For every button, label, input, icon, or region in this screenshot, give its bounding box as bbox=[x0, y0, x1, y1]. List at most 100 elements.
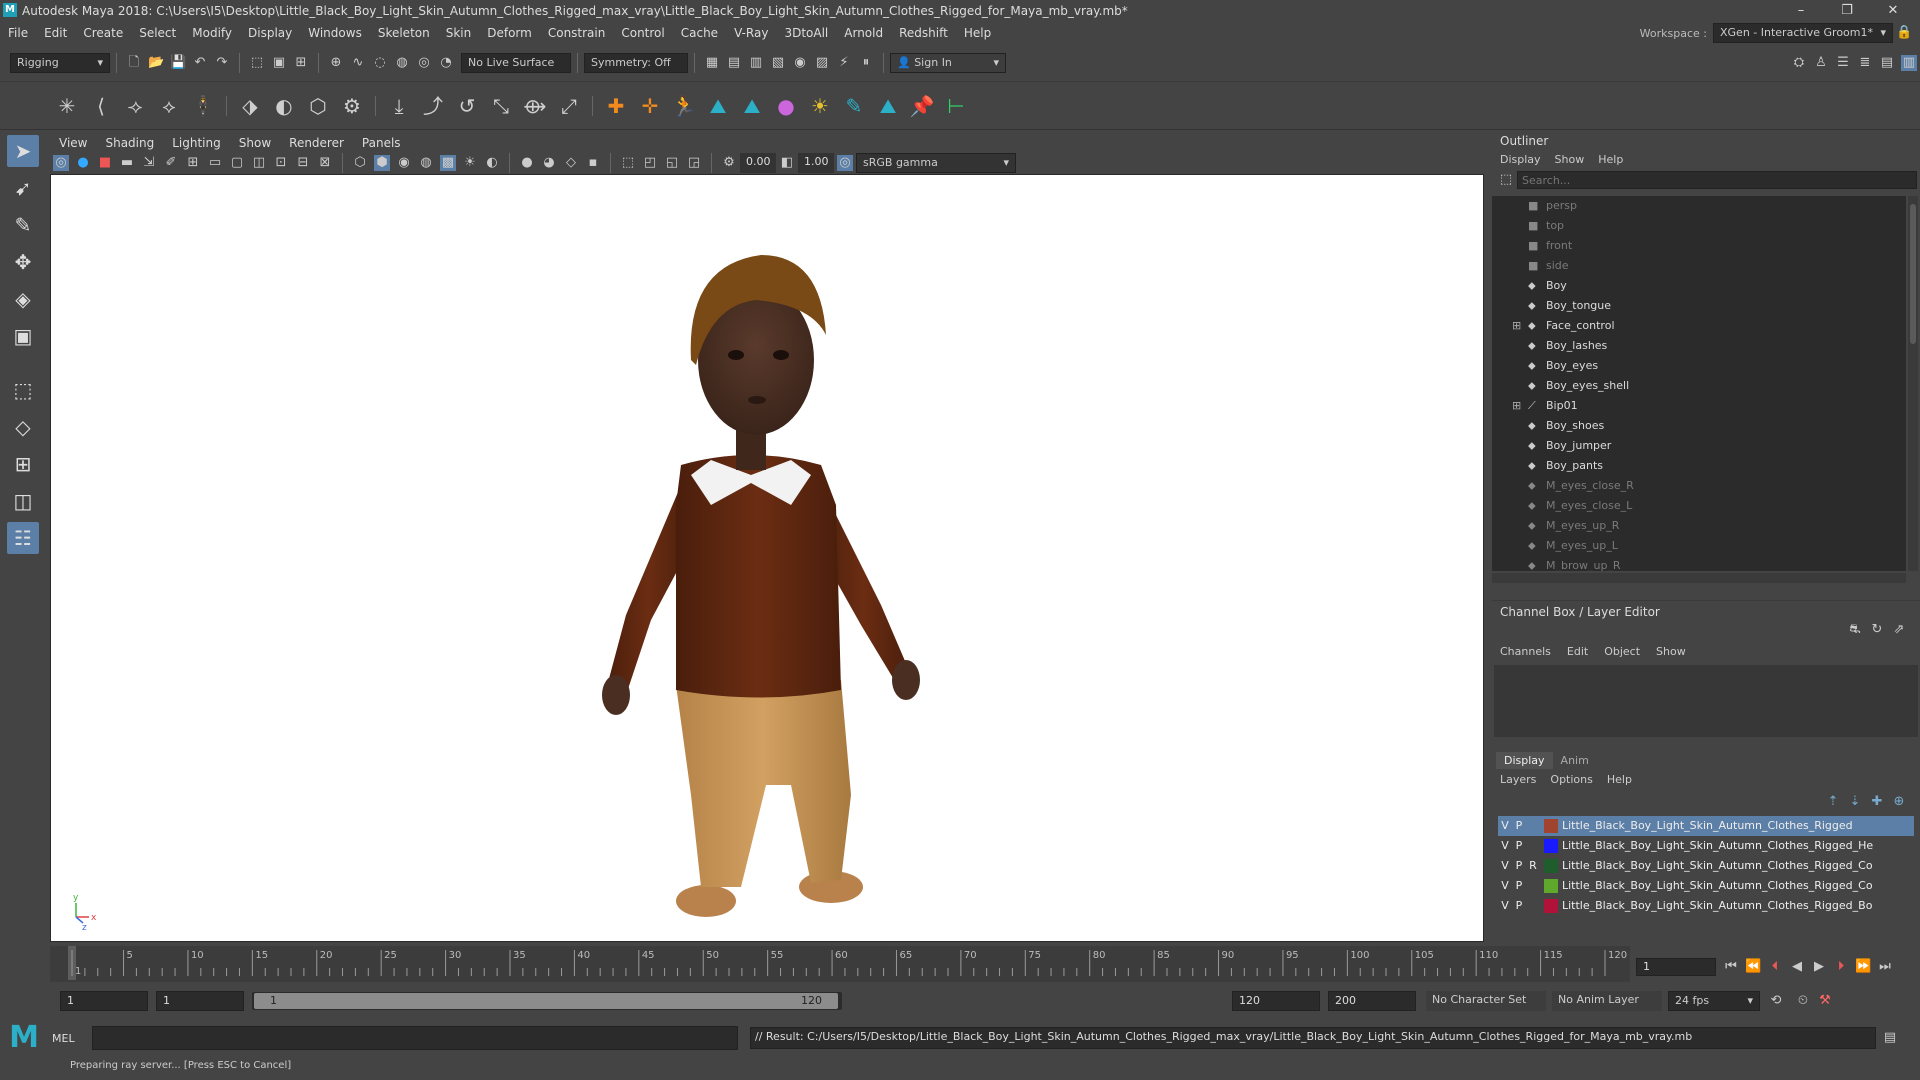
workspace-dropdown[interactable]: XGen - Interactive Groom1* ▾ bbox=[1713, 23, 1893, 43]
humanik-icon[interactable]: 🏃 bbox=[671, 93, 697, 119]
time-slider[interactable]: 1 5 10 15 20 25 30 35 40 45 50 55 60 65 70 75 80 85 90 95 10… bbox=[50, 946, 1630, 982]
scale-tool-icon[interactable]: ▣ bbox=[7, 320, 39, 352]
outliner-item[interactable]: ■ side bbox=[1492, 256, 1906, 276]
isolate-select-icon[interactable]: ⬚ bbox=[620, 155, 636, 171]
new-scene-icon[interactable]: 🗋 bbox=[126, 55, 142, 71]
display-layer-row[interactable]: V P Little_Black_Boy_Light_Skin_Autumn_Clo… bbox=[1498, 896, 1914, 916]
anti-aliasing-icon[interactable]: ◇ bbox=[563, 155, 579, 171]
ipr-render-icon[interactable]: ▥ bbox=[748, 55, 764, 71]
pole-vector-icon[interactable]: ⤢ bbox=[556, 93, 582, 119]
bind-skin-icon[interactable]: ⬗ bbox=[237, 93, 263, 119]
live-surface-field[interactable]: No Live Surface bbox=[461, 52, 571, 73]
current-frame-value[interactable]: 1 bbox=[1636, 958, 1716, 976]
outliner-item[interactable]: ⬥ Boy_shoes bbox=[1492, 416, 1906, 436]
open-scene-icon[interactable]: 📂 bbox=[148, 55, 164, 71]
last-tool-icon[interactable]: ⬚ bbox=[7, 374, 39, 406]
menu-vray[interactable]: V-Ray bbox=[726, 22, 776, 44]
move-tool-icon[interactable]: ✥ bbox=[7, 246, 39, 278]
display-layer-row[interactable]: V P Little_Black_Boy_Light_Skin_Autumn_Clo… bbox=[1498, 836, 1914, 856]
grease-pencil-icon[interactable]: ✐ bbox=[163, 155, 179, 171]
outliner-item[interactable]: ■ top bbox=[1492, 216, 1906, 236]
lattice-icon[interactable]: ⬡ bbox=[305, 93, 331, 119]
render-frame-icon[interactable]: ▤ bbox=[726, 55, 742, 71]
visibility-toggle[interactable]: V bbox=[1498, 856, 1512, 876]
render-setup-icon[interactable]: ▨ bbox=[814, 55, 830, 71]
menu-skin[interactable]: Skin bbox=[438, 22, 480, 44]
undo-icon[interactable]: ↶ bbox=[192, 55, 208, 71]
step-back-key-icon[interactable]: ⏴ bbox=[1767, 959, 1783, 975]
outliner-item[interactable]: ⬥ M_eyes_close_L bbox=[1492, 496, 1906, 516]
outliner-item[interactable]: ⬥ Boy_pants bbox=[1492, 456, 1906, 476]
play-forwards-icon[interactable]: ▶ bbox=[1811, 959, 1827, 975]
menu-windows[interactable]: Windows bbox=[300, 22, 370, 44]
scale-constraint-icon[interactable]: ⤡ bbox=[488, 93, 514, 119]
playback-toggle[interactable]: P bbox=[1512, 896, 1526, 916]
create-joints-icon[interactable]: ✳ bbox=[54, 93, 80, 119]
visibility-toggle[interactable]: V bbox=[1498, 816, 1512, 836]
maximize-button[interactable]: ❐ bbox=[1824, 0, 1870, 22]
pin-icon[interactable]: 📌 bbox=[909, 93, 935, 119]
select-object-icon[interactable]: ▣ bbox=[271, 55, 287, 71]
step-forward-icon[interactable]: ⏩ bbox=[1855, 959, 1871, 975]
outliner-item[interactable]: ⊞ ⬥ Face_control bbox=[1492, 316, 1906, 336]
visibility-toggle[interactable]: V bbox=[1498, 896, 1512, 916]
menu-set-dropdown[interactable]: Rigging ▾ bbox=[10, 52, 110, 73]
menu-arnold[interactable]: Arnold bbox=[836, 22, 891, 44]
fps-dropdown[interactable]: 24 fps ▾ bbox=[1668, 991, 1760, 1011]
snap-align-icon[interactable]: ⊢ bbox=[943, 93, 969, 119]
point-constraint-icon[interactable]: ⤴ bbox=[420, 93, 446, 119]
quick-rig-icon[interactable]: 🕴 bbox=[190, 93, 216, 119]
gamma-icon[interactable]: ◧ bbox=[779, 155, 795, 171]
wireframe-icon[interactable]: ⬡ bbox=[352, 155, 368, 171]
menu-skeleton[interactable]: Skeleton bbox=[370, 22, 438, 44]
grid-icon[interactable]: ⊞ bbox=[185, 155, 201, 171]
textured-icon[interactable]: ▩ bbox=[440, 155, 456, 171]
field-chart-icon[interactable]: ⊡ bbox=[273, 155, 289, 171]
modeling-toolkit-icon[interactable]: ⛭ bbox=[1791, 55, 1807, 71]
select-hierarchy-icon[interactable]: ⬚ bbox=[249, 55, 265, 71]
exposure-field[interactable]: 0.00 bbox=[740, 153, 776, 173]
filter-icon[interactable]: ⬚ bbox=[1498, 172, 1514, 188]
hyper-icon[interactable]: ⇗ bbox=[1891, 622, 1907, 638]
play-backwards-icon[interactable]: ◀ bbox=[1789, 959, 1805, 975]
save-scene-icon[interactable]: 💾 bbox=[170, 55, 186, 71]
animation-end-field[interactable]: 200 bbox=[1328, 991, 1416, 1011]
xray-joints-icon[interactable]: ◱ bbox=[664, 155, 680, 171]
script-editor-icon[interactable]: ▤ bbox=[1882, 1030, 1898, 1046]
outliner-item[interactable]: ⬥ Boy bbox=[1492, 276, 1906, 296]
snap-curve-icon[interactable]: ∿ bbox=[350, 55, 366, 71]
backface-icon[interactable]: ◲ bbox=[686, 155, 702, 171]
render-view-icon[interactable]: ▦ bbox=[704, 55, 720, 71]
select-camera-icon[interactable]: ◎ bbox=[53, 155, 69, 171]
le-menu-help[interactable]: Help bbox=[1607, 773, 1632, 786]
vp-menu-view[interactable]: View bbox=[50, 134, 96, 152]
menu-edit[interactable]: Edit bbox=[36, 22, 75, 44]
layout-two-icon[interactable]: ◫ bbox=[7, 485, 39, 517]
arnold-alt-icon[interactable]: ⛰ bbox=[739, 93, 765, 119]
show-manipulator-icon[interactable]: ◇ bbox=[7, 411, 39, 443]
character-set-dropdown[interactable]: No Character Set bbox=[1426, 991, 1546, 1011]
speed-icon[interactable]: ↻ bbox=[1869, 622, 1885, 638]
snap-surface-icon[interactable]: ◎ bbox=[416, 55, 432, 71]
tab-anim[interactable]: Anim bbox=[1553, 752, 1597, 769]
outliner-item[interactable]: ⬥ Boy_jumper bbox=[1492, 436, 1906, 456]
parent-constraint-icon[interactable]: ⤓ bbox=[386, 93, 412, 119]
menu-cache[interactable]: Cache bbox=[673, 22, 726, 44]
display-layer-row[interactable]: V P Little_Black_Boy_Light_Skin_Autumn_Clo… bbox=[1498, 816, 1914, 836]
brush-icon[interactable]: ✎ bbox=[841, 93, 867, 119]
locator-icon[interactable]: ✚ bbox=[603, 93, 629, 119]
layout-outliner-icon[interactable]: ☷ bbox=[7, 522, 39, 554]
view-transform-dropdown[interactable]: sRGB gamma ▾ bbox=[856, 153, 1016, 173]
playback-toggle[interactable]: P bbox=[1512, 816, 1526, 836]
rotate-tool-icon[interactable]: ◈ bbox=[7, 283, 39, 315]
layout-single-icon[interactable]: ⊞ bbox=[7, 448, 39, 480]
menu-create[interactable]: Create bbox=[75, 22, 131, 44]
cross-locator-icon[interactable]: ✛ bbox=[637, 93, 663, 119]
visibility-toggle[interactable]: V bbox=[1498, 836, 1512, 856]
image-plane-icon[interactable]: ▬ bbox=[119, 155, 135, 171]
light-icon[interactable]: ☀ bbox=[807, 93, 833, 119]
snap-live-icon[interactable]: ◔ bbox=[438, 55, 454, 71]
display-layer-row[interactable]: V P Little_Black_Boy_Light_Skin_Autumn_Clo… bbox=[1498, 876, 1914, 896]
playback-toggle[interactable]: P bbox=[1512, 856, 1526, 876]
outliner-item[interactable]: ⬥ Boy_eyes bbox=[1492, 356, 1906, 376]
